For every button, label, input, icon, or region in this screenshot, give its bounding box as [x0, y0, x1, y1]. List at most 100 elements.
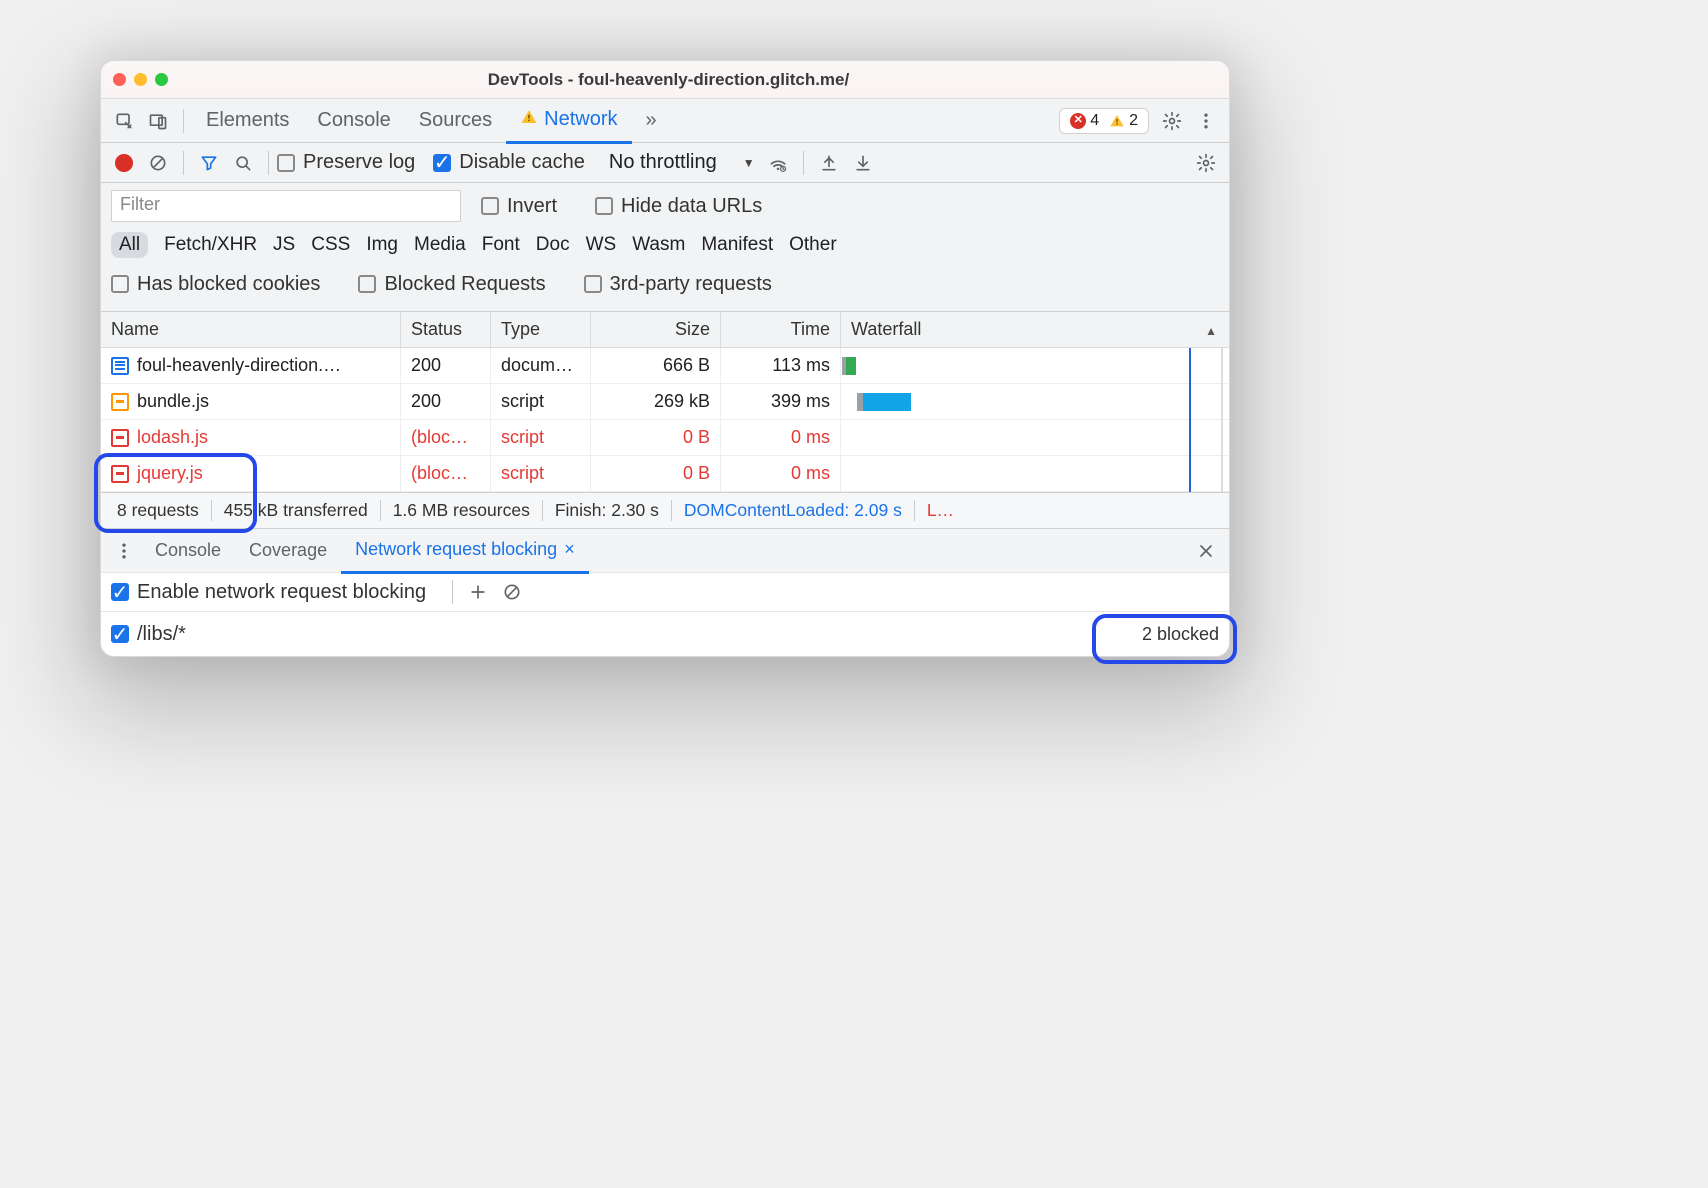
drawer-tab-coverage[interactable]: Coverage: [235, 529, 341, 573]
waterfall-cell: [841, 420, 1229, 455]
col-size[interactable]: Size: [591, 312, 721, 347]
blocked-count: 2 blocked: [1142, 624, 1219, 645]
drawer-kebab-icon[interactable]: [107, 534, 141, 568]
invert-checkbox[interactable]: Invert: [481, 195, 557, 218]
drawer-tab-console[interactable]: Console: [141, 529, 235, 573]
blocking-pattern-row[interactable]: ✓/libs/* 2 blocked: [101, 612, 1229, 656]
waterfall-bar: [842, 357, 856, 375]
type-filter-manifest[interactable]: Manifest: [701, 234, 773, 256]
request-name: foul-heavenly-direction.…: [137, 355, 341, 376]
table-row[interactable]: lodash.js(bloc…script0 B0 ms: [101, 420, 1229, 456]
hide-data-urls-checkbox[interactable]: Hide data URLs: [595, 195, 762, 218]
summary-domcontentloaded: DOMContentLoaded: 2.09 s: [672, 500, 915, 521]
summary-requests: 8 requests: [105, 500, 212, 521]
more-tabs-button[interactable]: »: [632, 99, 671, 143]
request-name: bundle.js: [137, 391, 209, 412]
disable-cache-label: Disable cache: [459, 151, 585, 174]
blocked-requests-checkbox[interactable]: Blocked Requests: [358, 273, 545, 296]
disable-cache-checkbox[interactable]: ✓Disable cache: [433, 151, 585, 174]
main-tab-bar: Elements Console Sources Network » ✕ 4 2: [101, 99, 1229, 143]
waterfall-cell: [841, 456, 1229, 491]
enable-blocking-checkbox[interactable]: ✓Enable network request blocking: [111, 581, 426, 604]
filter-input[interactable]: Filter: [111, 190, 461, 222]
type-filter-js[interactable]: JS: [273, 234, 295, 256]
warning-triangle-icon: [520, 108, 538, 132]
remove-all-patterns-button[interactable]: [495, 575, 529, 609]
col-waterfall[interactable]: Waterfall▲: [841, 312, 1229, 347]
titlebar: DevTools - foul-heavenly-direction.glitc…: [101, 61, 1229, 99]
script-file-icon: [111, 393, 129, 411]
settings-gear-icon[interactable]: [1155, 104, 1189, 138]
summary-bar: 8 requests 455 kB transferred 1.6 MB res…: [101, 492, 1229, 528]
third-party-checkbox[interactable]: 3rd-party requests: [584, 273, 772, 296]
devtools-window: DevTools - foul-heavenly-direction.glitc…: [100, 60, 1230, 657]
script-file-icon: [111, 465, 129, 483]
close-drawer-button[interactable]: [1189, 534, 1223, 568]
type-filter-font[interactable]: Font: [482, 234, 520, 256]
table-row[interactable]: bundle.js200script269 kB399 ms: [101, 384, 1229, 420]
device-toolbar-icon[interactable]: [141, 104, 175, 138]
inspect-element-icon[interactable]: [107, 104, 141, 138]
warnings-badge: 2: [1109, 112, 1138, 130]
close-window-button[interactable]: [113, 73, 126, 86]
errors-count: 4: [1090, 112, 1099, 130]
waterfall-cell: [841, 348, 1229, 383]
import-har-icon[interactable]: [812, 146, 846, 180]
preserve-log-label: Preserve log: [303, 151, 415, 174]
type-filter-css[interactable]: CSS: [311, 234, 350, 256]
preserve-log-checkbox[interactable]: Preserve log: [277, 151, 415, 174]
request-name: jquery.js: [137, 463, 203, 484]
pattern-enabled-checkbox[interactable]: ✓/libs/*: [111, 623, 186, 646]
table-header: Name Status Type Size Time Waterfall▲: [101, 312, 1229, 348]
throttling-select[interactable]: No throttling ▼: [603, 151, 761, 174]
col-status[interactable]: Status: [401, 312, 491, 347]
search-icon[interactable]: [226, 146, 260, 180]
record-button[interactable]: [107, 146, 141, 180]
tab-elements[interactable]: Elements: [192, 99, 303, 143]
summary-load: L…: [915, 500, 966, 521]
tab-sources[interactable]: Sources: [405, 99, 506, 143]
summary-transferred: 455 kB transferred: [212, 500, 381, 521]
tab-console[interactable]: Console: [303, 99, 404, 143]
throttling-label: No throttling: [609, 151, 717, 174]
document-file-icon: [111, 357, 129, 375]
type-filter-media[interactable]: Media: [414, 234, 466, 256]
drawer-tab-bar: Console Coverage Network request blockin…: [101, 528, 1229, 572]
filter-toggle-icon[interactable]: [192, 146, 226, 180]
type-filter-other[interactable]: Other: [789, 234, 837, 256]
window-title: DevTools - foul-heavenly-direction.glitc…: [180, 70, 1157, 90]
sort-indicator-icon: ▲: [1205, 324, 1217, 338]
has-blocked-cookies-checkbox[interactable]: Has blocked cookies: [111, 273, 320, 296]
table-row[interactable]: foul-heavenly-direction.…200docum…666 B1…: [101, 348, 1229, 384]
drawer-tab-blocking[interactable]: Network request blocking ×: [341, 529, 589, 574]
type-filter-wasm[interactable]: Wasm: [632, 234, 685, 256]
col-type[interactable]: Type: [491, 312, 591, 347]
warnings-count: 2: [1129, 112, 1138, 130]
col-name[interactable]: Name: [101, 312, 401, 347]
type-filter-ws[interactable]: WS: [586, 234, 617, 256]
table-row[interactable]: jquery.js(bloc…script0 B0 ms: [101, 456, 1229, 492]
script-file-icon: [111, 429, 129, 447]
export-har-icon[interactable]: [846, 146, 880, 180]
close-tab-icon[interactable]: ×: [559, 539, 575, 560]
type-filter-doc[interactable]: Doc: [536, 234, 570, 256]
maximize-window-button[interactable]: [155, 73, 168, 86]
minimize-window-button[interactable]: [134, 73, 147, 86]
network-settings-icon[interactable]: [1189, 146, 1223, 180]
errors-badge: ✕ 4: [1070, 112, 1099, 130]
clear-button[interactable]: [141, 146, 175, 180]
add-pattern-button[interactable]: [461, 575, 495, 609]
tab-network[interactable]: Network: [506, 99, 631, 144]
network-conditions-icon[interactable]: [761, 146, 795, 180]
network-toolbar: Preserve log ✓Disable cache No throttlin…: [101, 143, 1229, 183]
col-time[interactable]: Time: [721, 312, 841, 347]
window-controls: [113, 73, 168, 86]
type-filter-img[interactable]: Img: [366, 234, 398, 256]
issues-pill[interactable]: ✕ 4 2: [1059, 108, 1149, 134]
summary-finish: Finish: 2.30 s: [543, 500, 672, 521]
type-filter-fetchxhr[interactable]: Fetch/XHR: [164, 234, 257, 256]
kebab-menu-icon[interactable]: [1189, 104, 1223, 138]
error-circle-icon: ✕: [1070, 113, 1086, 129]
type-filter-all[interactable]: All: [111, 232, 148, 258]
blocking-toolbar: ✓Enable network request blocking: [101, 572, 1229, 612]
